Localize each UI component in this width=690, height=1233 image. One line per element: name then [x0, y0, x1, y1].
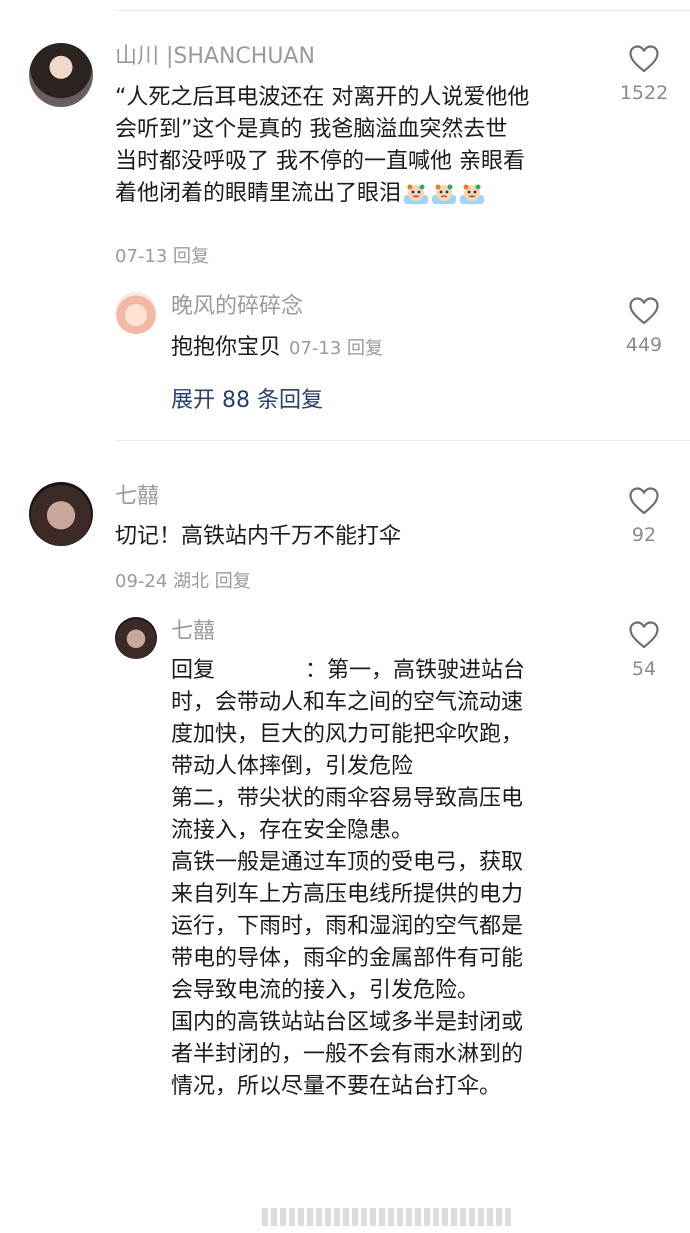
reply-text-line: 高铁一般是通过车顶的受电弓，获取 — [171, 850, 524, 875]
reply-text-line: 流接入，存在安全隐患。 — [171, 818, 414, 843]
reply-text-line: 情况，所以尽量不要在站台打伞。 — [171, 1074, 502, 1099]
comment-text-line: 着他闭着的眼睛里流出了眼泪 — [115, 178, 595, 210]
reply-text-line: 者半封闭的，一般不会有雨水淋到的 — [171, 1042, 524, 1067]
crying-face-icon — [432, 184, 457, 204]
reply-text-content: 抱抱你宝贝 — [171, 335, 282, 360]
heart-outline-icon — [629, 45, 659, 73]
avatar[interactable] — [115, 617, 157, 659]
like-button[interactable]: 1522 — [609, 44, 679, 104]
like-count: 92 — [631, 524, 657, 546]
like-count: 1522 — [619, 82, 669, 104]
reply-text-line: 运行，下雨时，雨和湿润的空气都是 — [171, 914, 524, 939]
comment-text-line: 会听到”这个是真的 我爸脑溢血突然去世 — [115, 117, 508, 142]
comment-divider — [115, 440, 690, 441]
comment-text-segment: 着他闭着的眼睛里流出了眼泪 — [115, 181, 402, 206]
reply-text-line: 度加快，巨大的风力可能把伞吹跑， — [171, 722, 524, 747]
heart-outline-icon — [629, 487, 659, 515]
reply-text-line: 时，会带动人和车之间的空气流动速 — [171, 690, 524, 715]
reply-username[interactable]: 七囍 — [171, 617, 215, 647]
comment-text: “人死之后耳电波还在 对离开的人说爱他他 会听到”这个是真的 我爸脑溢血突然去世… — [115, 82, 595, 210]
heart-outline-icon — [629, 621, 659, 649]
reply-text: 抱抱你宝贝 07-13 回复 — [171, 332, 383, 365]
like-button[interactable]: 92 — [609, 486, 679, 546]
like-count: 449 — [625, 334, 663, 356]
reply-text-line: 国内的高铁站站台区域多半是封闭或 — [171, 1010, 524, 1035]
reply-text-segment: ：第一，高铁驶进站台 — [305, 658, 526, 683]
reply-text-line: 带动人体摔倒，引发危险 — [171, 754, 414, 779]
watermark — [262, 1208, 511, 1226]
crying-face-icon — [460, 184, 485, 204]
like-button[interactable]: 449 — [609, 296, 679, 356]
top-divider — [115, 10, 690, 11]
avatar[interactable] — [29, 43, 93, 107]
reply-text-line: 第二，带尖状的雨伞容易导致高压电 — [171, 786, 524, 811]
like-button[interactable]: 54 — [609, 620, 679, 680]
comment-username[interactable]: 山川 |SHANCHUAN — [115, 42, 315, 72]
reply-text: 回复 ：第一，高铁驶进站台 时，会带动人和车之间的空气流动速 度加快，巨大的风力可… — [171, 655, 591, 1103]
avatar[interactable] — [29, 482, 93, 546]
reply-prefix: 回复 — [171, 658, 216, 683]
comment-meta[interactable]: 09-24 湖北 回复 — [115, 567, 251, 593]
comment-text-line: 当时都没呼吸了 我不停的一直喊他 亲眼看 — [115, 149, 525, 174]
reply-text-line: 回复 ：第一，高铁驶进站台 — [171, 655, 591, 687]
reply-text-line: 会导致电流的接入，引发危险。 — [171, 978, 480, 1003]
reply-text-line: 带电的导体，雨伞的金属部件有可能 — [171, 946, 524, 971]
like-count: 54 — [631, 658, 657, 680]
heart-outline-icon — [629, 297, 659, 325]
expand-replies-link[interactable]: 展开 88 条回复 — [171, 382, 323, 414]
avatar[interactable] — [115, 292, 157, 334]
comment-text-line: “人死之后耳电波还在 对离开的人说爱他他 — [115, 85, 530, 110]
comment-text: 切记！高铁站内千万不能打伞 — [115, 524, 402, 549]
comment-username[interactable]: 七囍 — [115, 482, 159, 512]
reply-username[interactable]: 晚风的碎碎念 — [171, 292, 303, 322]
comment-meta[interactable]: 07-13 回复 — [115, 242, 209, 268]
crying-face-icon — [404, 184, 429, 204]
reply-meta[interactable]: 07-13 回复 — [289, 338, 383, 359]
reply-text-line: 来自列车上方高压电线所提供的电力 — [171, 882, 524, 907]
